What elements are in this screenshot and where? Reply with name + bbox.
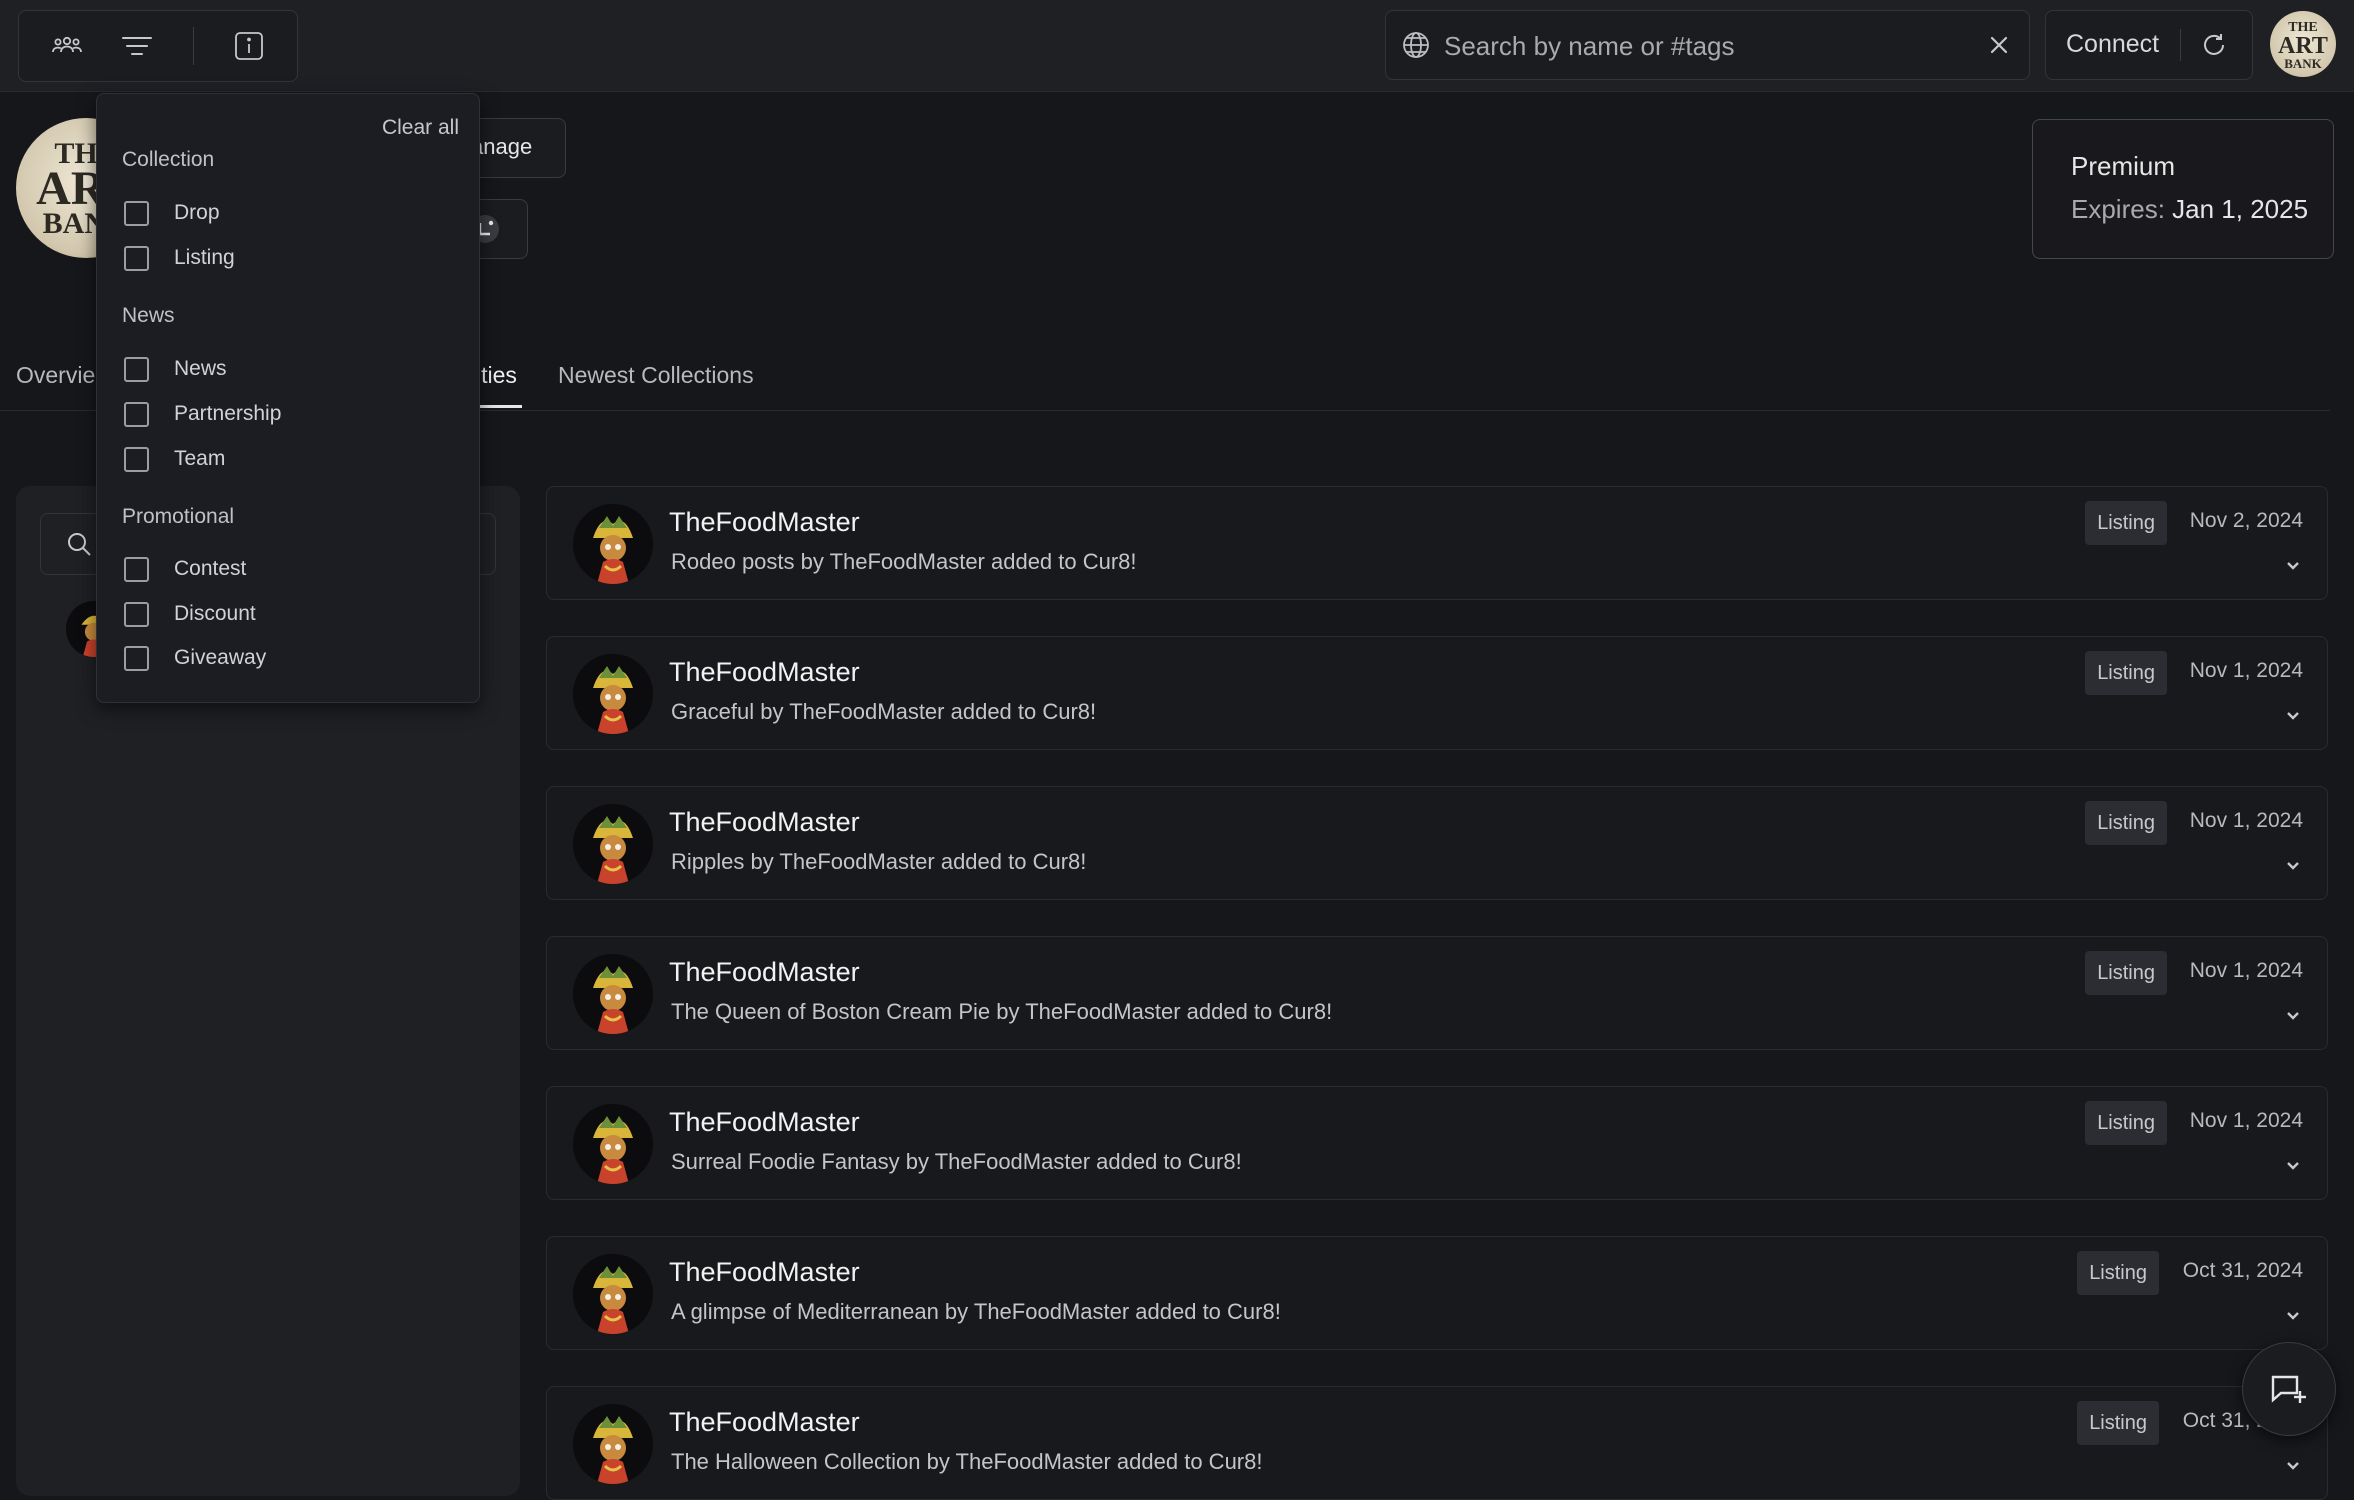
chevron-down-icon[interactable] xyxy=(2283,1305,2303,1325)
activity-date: Nov 1, 2024 xyxy=(2189,809,2303,832)
filter-option-giveaway[interactable]: Giveaway xyxy=(124,643,266,673)
creator-name[interactable]: TheFoodMaster xyxy=(669,1407,860,1438)
activity-type-badge: Listing xyxy=(2085,1101,2167,1145)
user-avatar[interactable]: THE ART BANK xyxy=(2270,11,2336,77)
activity-card[interactable]: TheFoodMaster Graceful by TheFoodMaster … xyxy=(546,636,2328,750)
tab-overview[interactable]: Overvie xyxy=(16,362,95,389)
creator-name[interactable]: TheFoodMaster xyxy=(669,807,860,838)
checkbox[interactable] xyxy=(124,200,149,226)
creator-name[interactable]: TheFoodMaster xyxy=(669,657,860,688)
activity-message: Surreal Foodie Fantasy by TheFoodMaster … xyxy=(671,1149,1242,1174)
chevron-down-icon[interactable] xyxy=(2283,855,2303,875)
globe-icon xyxy=(1403,32,1429,58)
chevron-down-icon[interactable] xyxy=(2283,705,2303,725)
activity-message: Graceful by TheFoodMaster added to Cur8! xyxy=(671,699,1097,724)
connect-divider xyxy=(2180,29,2181,61)
filter-option-discount[interactable]: Discount xyxy=(124,599,256,629)
activity-date: Oct 31, 2024 xyxy=(2182,1259,2303,1282)
chevron-down-icon[interactable] xyxy=(2283,1005,2303,1025)
premium-expiry: Expires: Jan 1, 2025 xyxy=(2071,194,2309,224)
people-icon[interactable] xyxy=(49,28,85,64)
filter-option-drop[interactable]: Drop xyxy=(124,198,220,228)
new-chat-button[interactable] xyxy=(2242,1342,2336,1436)
search-icon xyxy=(68,533,91,556)
filter-option-partnership[interactable]: Partnership xyxy=(124,399,281,429)
activity-card[interactable]: TheFoodMaster The Queen of Boston Cream … xyxy=(546,936,2328,1050)
activity-message: Rodeo posts by TheFoodMaster added to Cu… xyxy=(671,549,1137,574)
close-icon[interactable] xyxy=(1983,29,2015,61)
activity-date: Nov 1, 2024 xyxy=(2189,959,2303,982)
activity-type-badge: Listing xyxy=(2077,1401,2159,1445)
creator-name[interactable]: TheFoodMaster xyxy=(669,1257,860,1288)
creator-name[interactable]: TheFoodMaster xyxy=(669,957,860,988)
creator-avatar[interactable] xyxy=(573,504,653,584)
creator-avatar[interactable] xyxy=(573,654,653,734)
activity-message: The Queen of Boston Cream Pie by TheFood… xyxy=(671,999,1333,1024)
activity-date: Nov 2, 2024 xyxy=(2189,509,2303,532)
activity-card[interactable]: TheFoodMaster Ripples by TheFoodMaster a… xyxy=(546,786,2328,900)
activity-message: A glimpse of Mediterranean by TheFoodMas… xyxy=(671,1299,1281,1324)
activity-type-badge: Listing xyxy=(2085,801,2167,845)
activity-message: Ripples by TheFoodMaster added to Cur8! xyxy=(671,849,1087,874)
filter-option-team[interactable]: Team xyxy=(124,444,225,474)
chat-add-icon xyxy=(2271,1375,2306,1403)
checkbox[interactable] xyxy=(124,601,149,627)
checkbox[interactable] xyxy=(124,556,149,582)
chevron-down-icon[interactable] xyxy=(2283,1455,2303,1475)
chevron-down-icon[interactable] xyxy=(2283,555,2303,575)
creator-avatar[interactable] xyxy=(573,1104,653,1184)
creator-avatar[interactable] xyxy=(573,804,653,884)
checkbox[interactable] xyxy=(124,245,149,271)
activity-card[interactable]: TheFoodMaster Surreal Foodie Fantasy by … xyxy=(546,1086,2328,1200)
premium-status-card: Premium Expires: Jan 1, 2025 xyxy=(2032,119,2334,259)
checkbox[interactable] xyxy=(124,645,149,671)
filter-group-collection: Collection xyxy=(122,148,215,171)
premium-plan: Premium xyxy=(2071,151,2176,181)
activity-card[interactable]: TheFoodMaster The Halloween Collection b… xyxy=(546,1386,2328,1500)
info-icon[interactable] xyxy=(231,28,267,64)
tab-activities[interactable]: ities xyxy=(476,362,517,389)
creator-avatar[interactable] xyxy=(573,1404,653,1484)
activity-card[interactable]: TheFoodMaster A glimpse of Mediterranean… xyxy=(546,1236,2328,1350)
search-input[interactable] xyxy=(1442,23,1966,69)
connect-button-group: Connect xyxy=(2045,10,2253,80)
activity-type-badge: Listing xyxy=(2085,651,2167,695)
activity-type-badge: Listing xyxy=(2085,501,2167,545)
checkbox[interactable] xyxy=(124,401,149,427)
filter-option-listing[interactable]: Listing xyxy=(124,243,235,273)
activity-type-badge: Listing xyxy=(2077,1251,2159,1295)
filter-group-promotional: Promotional xyxy=(122,505,235,528)
checkbox[interactable] xyxy=(124,356,149,382)
activity-card[interactable]: TheFoodMaster Rodeo posts by TheFoodMast… xyxy=(546,486,2328,600)
creator-name[interactable]: TheFoodMaster xyxy=(669,507,860,538)
tab-newest-collections[interactable]: Newest Collections xyxy=(558,362,754,389)
filter-option-news[interactable]: News xyxy=(124,354,227,384)
toolbar-left xyxy=(18,10,298,82)
filter-option-contest[interactable]: Contest xyxy=(124,554,246,584)
filter-group-news: News xyxy=(122,304,175,327)
refresh-icon[interactable] xyxy=(2198,29,2230,61)
global-search xyxy=(1385,10,2030,80)
creator-avatar[interactable] xyxy=(573,954,653,1034)
top-bar: Connect THE ART BANK xyxy=(0,0,2354,92)
activity-date: Nov 1, 2024 xyxy=(2189,659,2303,682)
checkbox[interactable] xyxy=(124,446,149,472)
filter-dropdown: Clear all Collection Drop Listing News N… xyxy=(96,93,480,703)
activity-type-badge: Listing xyxy=(2085,951,2167,995)
filter-lines-icon[interactable] xyxy=(119,28,155,64)
activity-message: The Halloween Collection by TheFoodMaste… xyxy=(671,1449,1263,1474)
creator-avatar[interactable] xyxy=(573,1254,653,1334)
connect-button[interactable]: Connect xyxy=(2066,30,2159,59)
clear-all-button[interactable]: Clear all xyxy=(382,116,459,140)
activity-date: Nov 1, 2024 xyxy=(2189,1109,2303,1132)
manage-button-label: anage xyxy=(471,134,533,159)
toolbar-divider xyxy=(193,27,194,65)
creator-name[interactable]: TheFoodMaster xyxy=(669,1107,860,1138)
chevron-down-icon[interactable] xyxy=(2283,1155,2303,1175)
